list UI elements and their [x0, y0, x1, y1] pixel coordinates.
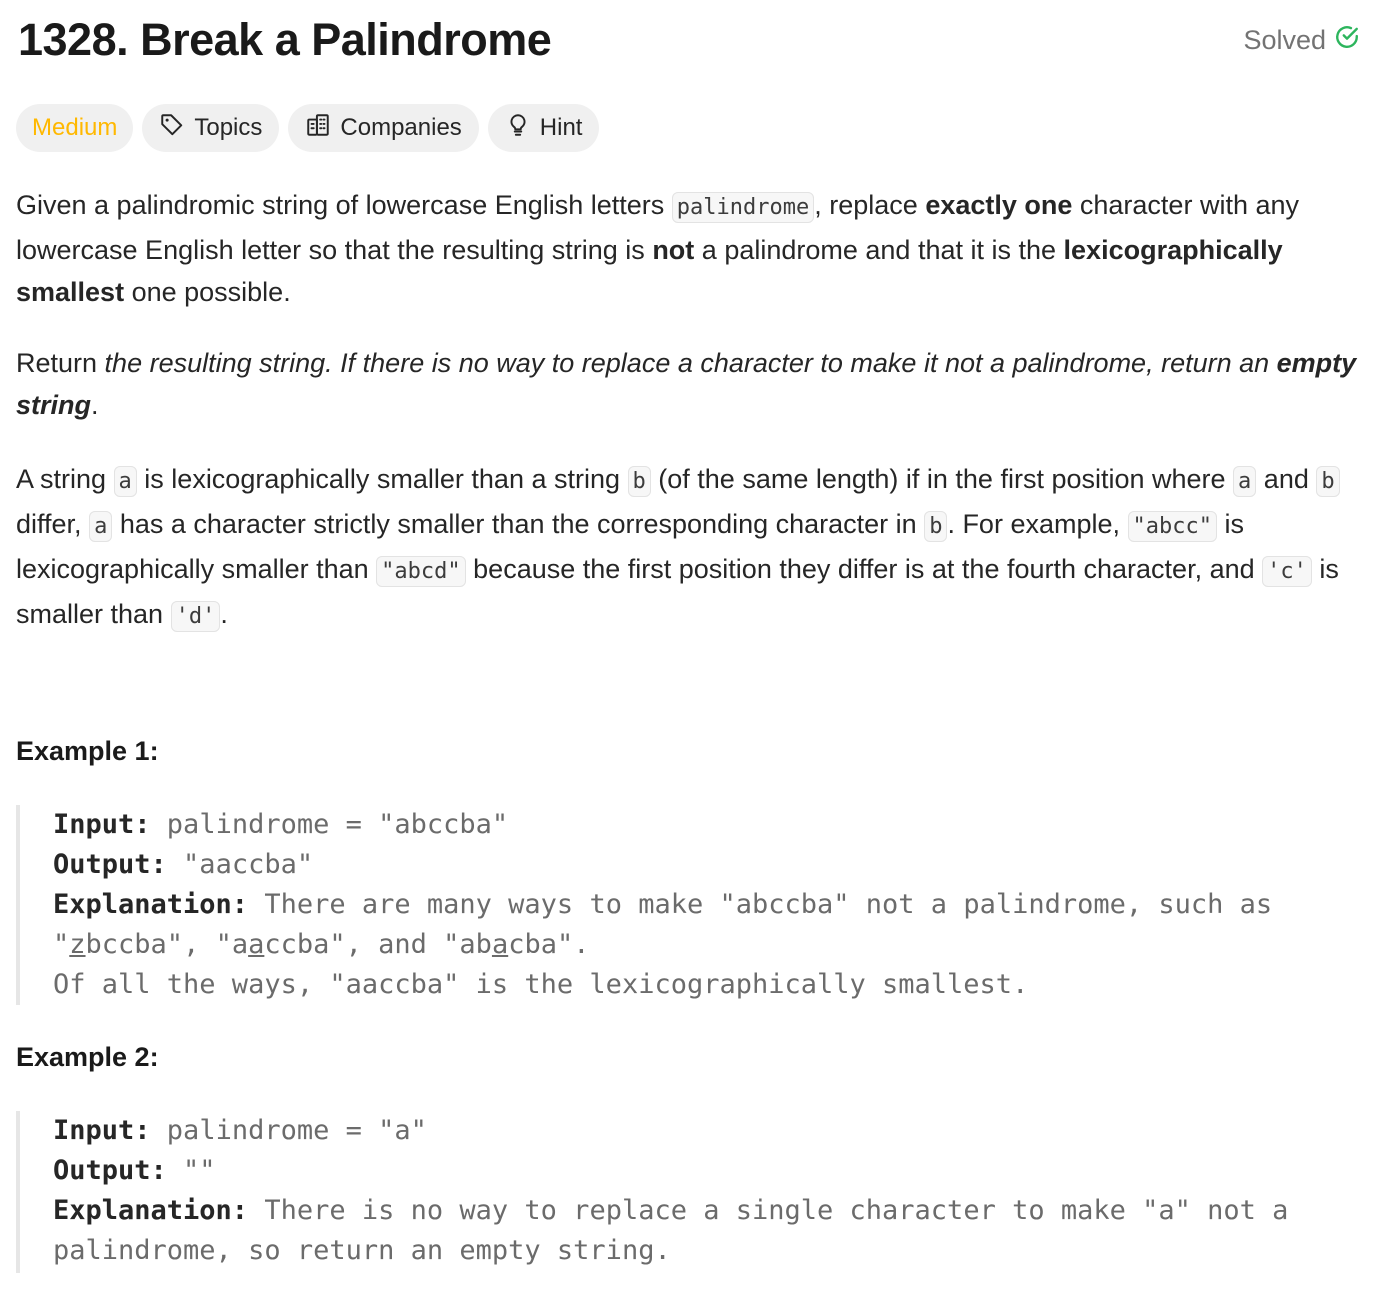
example-explanation-line: Explanation: There are many ways to make… — [53, 885, 1362, 965]
inline-code: a — [113, 466, 137, 497]
explanation-text: ccba", and "ab — [264, 929, 492, 960]
inline-code: a — [1233, 466, 1257, 497]
text: a palindrome and that it is the — [694, 235, 1064, 265]
text: Return — [16, 348, 105, 378]
text: because the first position they differ i… — [465, 554, 1263, 584]
solved-label: Solved — [1243, 25, 1326, 55]
text: Given a palindromic string of lowercase … — [16, 190, 672, 220]
inline-code: a — [89, 511, 113, 542]
inline-code: 'c' — [1262, 556, 1312, 587]
example-2-block: Input: palindrome = "a" Output: "" Expla… — [16, 1111, 1362, 1273]
text: has a character strictly smaller than th… — [112, 509, 925, 539]
explanation-label: Explanation: — [53, 889, 249, 920]
text: is lexicographically smaller than a stri… — [136, 464, 628, 494]
inline-code: palindrome — [671, 192, 815, 223]
example-explanation-line: Explanation: There is no way to replace … — [53, 1191, 1362, 1271]
problem-title: 1328. Break a Palindrome — [18, 14, 552, 65]
input-label: Input: — [53, 809, 151, 840]
input-value: palindrome = "abccba" — [150, 809, 509, 840]
output-value: "" — [166, 1155, 216, 1186]
companies-button[interactable]: Companies — [288, 104, 479, 152]
example-1-title: Example 1: — [16, 736, 159, 766]
description-paragraph-1: Given a palindromic string of lowercase … — [16, 184, 1362, 313]
bold-text: exactly one — [925, 190, 1073, 220]
output-label: Output: — [53, 1155, 167, 1186]
hint-button[interactable]: Hint — [487, 104, 600, 152]
description-paragraph-2: Return the resulting string. If there is… — [16, 342, 1362, 426]
inline-code: b — [924, 511, 948, 542]
underlined-char: z — [69, 929, 86, 960]
inline-code: 'd' — [170, 601, 221, 632]
difficulty-label: Medium — [32, 114, 118, 141]
text: , replace — [814, 190, 926, 220]
text: differ, — [16, 509, 90, 539]
text: and — [1256, 464, 1317, 494]
solved-status: Solved — [1243, 24, 1360, 57]
bold-text: not — [652, 235, 695, 265]
example-input-line: Input: palindrome = "abccba" — [53, 805, 1362, 845]
inline-code: "abcc" — [1127, 511, 1217, 542]
explanation-text: cba". — [508, 929, 590, 960]
output-label: Output: — [53, 849, 167, 880]
text: . — [91, 390, 99, 420]
underlined-char: a — [248, 929, 265, 960]
text: (of the same length) if in the first pos… — [650, 464, 1234, 494]
input-label: Input: — [53, 1115, 151, 1146]
difficulty-badge: Medium — [16, 104, 134, 152]
explanation-label: Explanation: — [53, 1195, 249, 1226]
italic-text: the resulting string. If there is no way… — [104, 348, 1277, 378]
lightbulb-icon — [505, 112, 531, 145]
example-1-block: Input: palindrome = "abccba" Output: "aa… — [16, 805, 1362, 1005]
text: . For example, — [947, 509, 1128, 539]
inline-code: b — [627, 466, 651, 497]
topics-button[interactable]: Topics — [142, 104, 280, 152]
hint-label: Hint — [539, 114, 583, 141]
example-output-line: Output: "" — [53, 1151, 1362, 1191]
tag-icon — [159, 112, 185, 145]
text: A string — [16, 464, 114, 494]
input-value: palindrome = "a" — [150, 1115, 427, 1146]
underlined-char: a — [491, 929, 509, 960]
inline-code: b — [1316, 466, 1340, 497]
text: one possible. — [124, 277, 291, 307]
example-output-line: Output: "aaccba" — [53, 845, 1362, 885]
inline-code: "abcd" — [376, 556, 466, 587]
explanation-text: bccba", "a — [85, 929, 249, 960]
topics-label: Topics — [194, 114, 263, 141]
example-input-line: Input: palindrome = "a" — [53, 1111, 1362, 1151]
tag-bar: Medium Topics Companies Hint — [16, 104, 600, 152]
building-icon — [305, 112, 331, 145]
example-explanation-line-2: Of all the ways, "aaccba" is the lexicog… — [53, 969, 1029, 1000]
output-value: "aaccba" — [166, 849, 314, 880]
example-2-title: Example 2: — [16, 1042, 159, 1072]
description-paragraph-3: A string a is lexicographically smaller … — [16, 458, 1362, 638]
check-circle-icon — [1334, 24, 1360, 57]
companies-label: Companies — [340, 114, 462, 141]
text: . — [220, 599, 228, 629]
